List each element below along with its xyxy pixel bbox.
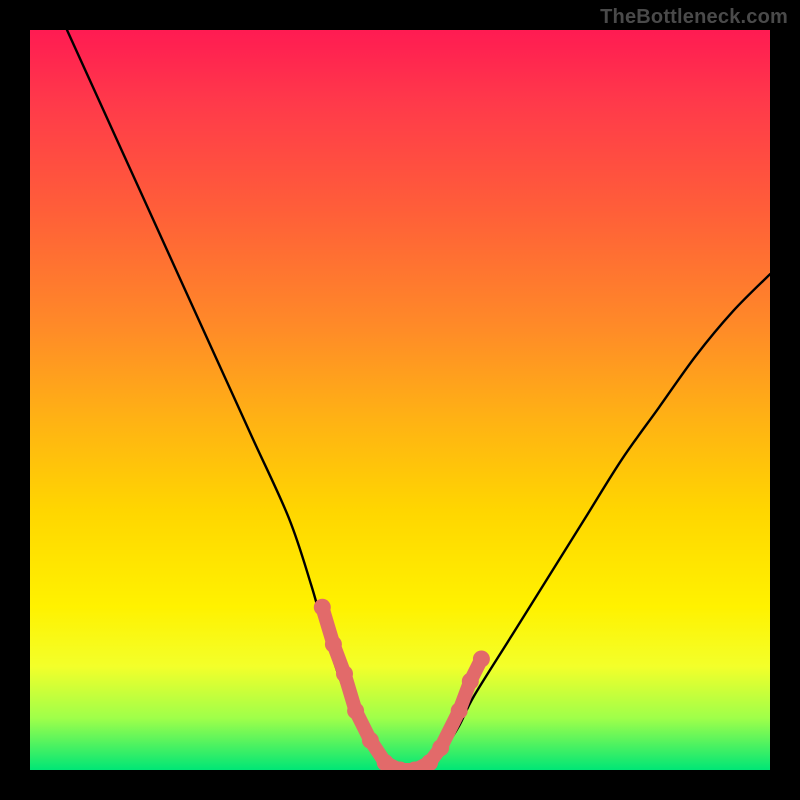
- plot-area: [30, 30, 770, 770]
- highlight-dot: [325, 636, 342, 653]
- curve-svg: [30, 30, 770, 770]
- chart-frame: TheBottleneck.com: [0, 0, 800, 800]
- highlight-dot: [473, 651, 490, 668]
- highlight-dot: [336, 665, 353, 682]
- highlight-dot: [462, 673, 479, 690]
- highlight-stroke: [322, 607, 481, 770]
- highlight-dot: [451, 702, 468, 719]
- highlight-dot: [432, 739, 449, 756]
- watermark-text: TheBottleneck.com: [600, 6, 788, 29]
- highlight-dot: [314, 599, 331, 616]
- bottleneck-curve: [67, 30, 770, 770]
- highlight-dot: [347, 702, 364, 719]
- highlight-dot: [362, 732, 379, 749]
- highlight-dots: [314, 599, 490, 770]
